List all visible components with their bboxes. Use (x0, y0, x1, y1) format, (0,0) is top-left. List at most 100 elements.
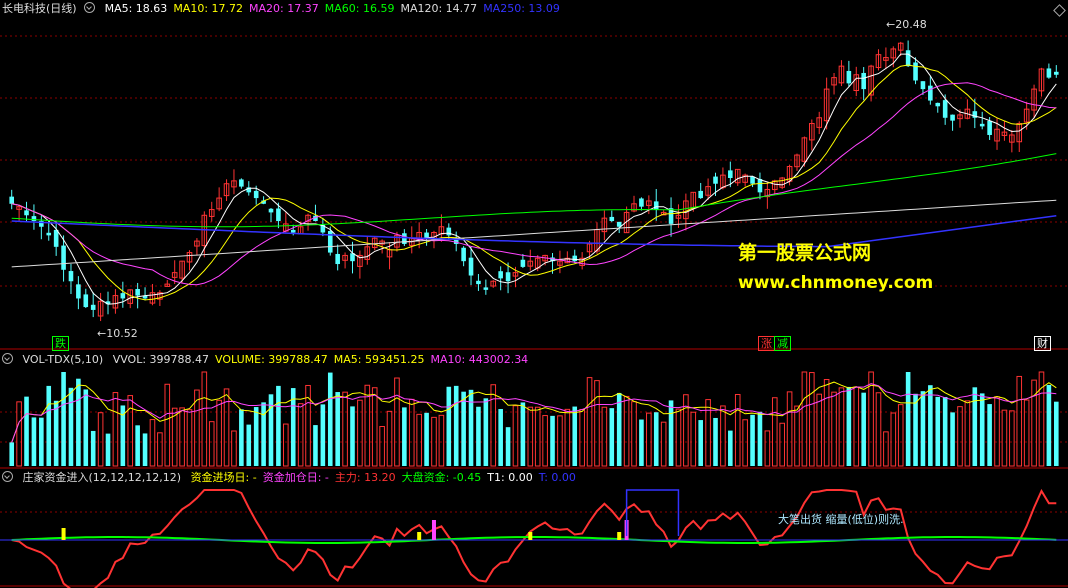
volume-bar-119 (890, 412, 897, 467)
volume-bar-113 (846, 386, 852, 466)
volume-bar-133 (994, 396, 1000, 467)
volume-bar-128 (957, 406, 963, 467)
candle-38 (290, 229, 296, 233)
main-panel-header: 长电科技(日线) MA5: 18.63 MA10: 17.72 MA20: 17.3… (2, 1, 572, 17)
volume-bar-56 (424, 412, 429, 466)
volume-bar-47 (357, 399, 363, 467)
volume-bar-61 (461, 391, 466, 466)
volume-bar-135 (1009, 410, 1015, 467)
volume-bar-130 (972, 387, 978, 466)
watermark-url: www.chnmoney.com (738, 273, 934, 293)
chevron-down-icon[interactable] (2, 353, 13, 364)
chevron-down-icon[interactable] (2, 471, 13, 482)
volume-bar-54 (408, 398, 415, 467)
candle-81 (609, 216, 615, 222)
candle-67 (505, 272, 511, 282)
volume-bar-120 (897, 404, 904, 467)
candle-69 (520, 259, 526, 267)
volume-bar-95 (713, 417, 718, 466)
volume-bar-131 (979, 393, 985, 466)
marker-badge-0[interactable]: 跌 (52, 336, 69, 351)
candle-131 (979, 123, 985, 127)
candle-59 (446, 227, 452, 236)
volume-label-1: VOLUME: 399788.47 (215, 353, 328, 366)
indicator-title[interactable]: 庄家资金进入(12,12,12,12,12) (23, 471, 182, 484)
indicator-label-5: T: 0.00 (538, 471, 576, 484)
volume-bar-0 (9, 442, 15, 466)
candle-127 (950, 114, 955, 121)
ma-label-1: MA10: 17.72 (173, 2, 244, 15)
volume-bar-91 (683, 394, 689, 467)
volume-bar-18 (142, 433, 148, 466)
candle-11 (90, 304, 96, 310)
volume-bar-20 (157, 432, 163, 467)
marker-badge-1[interactable]: 涨 (758, 336, 775, 351)
volume-bar-99 (742, 419, 748, 467)
volume-bar-136 (1016, 375, 1023, 467)
volume-bar-14 (112, 392, 119, 467)
ma-label-3: MA60: 16.59 (324, 2, 395, 15)
volume-bar-118 (883, 431, 889, 467)
volume-bar-59 (446, 386, 452, 466)
indicator-panel-header: 庄家资金进入(12,12,12,12,12) 资金进场日: - 资金加仓日: - 主… (2, 470, 588, 486)
signal-bar-2 (431, 520, 436, 540)
volume-bar-123 (920, 391, 926, 466)
volume-bar-105 (786, 391, 793, 467)
chart-canvas[interactable] (0, 0, 1068, 588)
volume-bar-62 (468, 389, 474, 466)
volume-bar-8 (68, 387, 74, 466)
candle-17 (135, 288, 140, 296)
volume-bar-132 (987, 404, 992, 466)
volume-bar-137 (1023, 399, 1030, 467)
volume-bar-96 (720, 405, 726, 467)
signal-bar-3 (528, 532, 533, 540)
volume-bar-36 (276, 385, 281, 466)
candle-115 (861, 72, 866, 90)
volume-bar-58 (438, 414, 445, 467)
volume-title[interactable]: VOL-TDX(5,10) (23, 353, 104, 366)
volume-bar-71 (534, 406, 541, 467)
volume-bar-80 (601, 406, 608, 467)
candle-64 (483, 287, 489, 290)
stock-title[interactable]: 长电科技(日线) (2, 2, 77, 15)
candle-35 (268, 208, 274, 213)
chevron-down-icon[interactable] (84, 2, 96, 13)
candle-132 (987, 120, 992, 135)
volume-bar-33 (253, 407, 259, 466)
volume-bar-139 (1038, 371, 1045, 467)
marker-badge-2[interactable]: 减 (774, 336, 791, 351)
candle-126 (942, 100, 948, 118)
indicator-legend: 资金进场日: - 资金加仓日: - 主力: 13.20 大盘资金: -0.45 T1: … (191, 471, 582, 484)
candle-6 (53, 229, 59, 247)
volume-bar-122 (913, 393, 918, 466)
volume-bar-12 (97, 412, 104, 467)
volume-bar-82 (616, 392, 622, 466)
candle-62 (468, 257, 474, 276)
volume-bar-86 (646, 412, 652, 467)
volume-bar-104 (779, 422, 785, 467)
volume-bar-49 (371, 387, 378, 467)
volume-bar-73 (550, 415, 555, 466)
volume-bar-45 (342, 391, 348, 467)
volume-bar-67 (505, 427, 511, 466)
volume-label-2: MA5: 593451.25 (333, 353, 425, 366)
stock-chart-window: 长电科技(日线) MA5: 18.63 MA10: 17.72 MA20: 17.3… (0, 0, 1068, 588)
signal-bar-4 (617, 532, 622, 540)
ma20-line (11, 82, 1057, 286)
volume-bar-103 (771, 397, 778, 467)
volume-bar-100 (750, 414, 755, 466)
candle-15 (120, 293, 126, 299)
volume-bar-124 (928, 385, 933, 466)
volume-bar-79 (594, 380, 600, 467)
volume-bar-93 (698, 420, 703, 466)
volume-bar-129 (964, 400, 971, 467)
volume-bar-92 (690, 411, 697, 467)
volume-bar-46 (350, 406, 355, 466)
volume-bar-66 (498, 409, 503, 466)
candle-85 (639, 198, 644, 207)
volume-bar-140 (1046, 384, 1052, 466)
volume-bar-94 (705, 399, 711, 467)
volume-bar-41 (313, 425, 318, 466)
indicator-annotation: 大笔出货 缩量(低位)则洗. (778, 513, 904, 526)
marker-badge-3[interactable]: 财 (1034, 336, 1051, 351)
